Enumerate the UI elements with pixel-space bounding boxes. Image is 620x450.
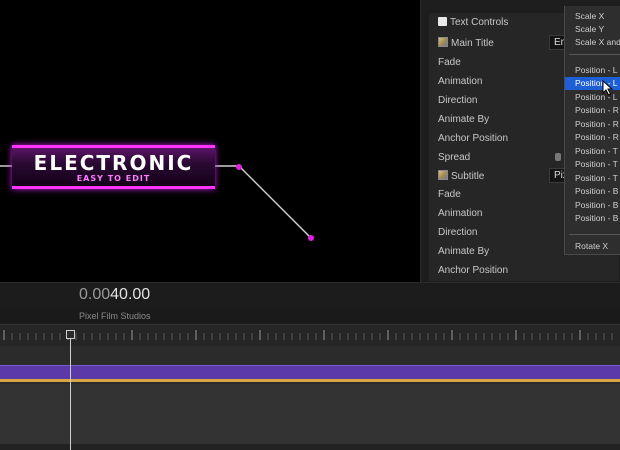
timeline-footer bbox=[0, 444, 620, 450]
clip-title-bar[interactable] bbox=[0, 365, 620, 380]
param-fade[interactable]: Fade bbox=[438, 189, 461, 200]
menu-item-position[interactable]: Position - B bbox=[565, 212, 620, 225]
param-label: Animation bbox=[438, 208, 483, 219]
param-label: Direction bbox=[438, 227, 478, 238]
menu-item-position[interactable]: Position - R bbox=[565, 118, 620, 131]
playhead-handle[interactable] bbox=[66, 330, 75, 339]
menu-item-scale-x[interactable]: Scale X bbox=[565, 10, 620, 23]
param-label: Animation bbox=[438, 76, 483, 87]
menu-separator bbox=[569, 234, 620, 235]
param-label: Spread bbox=[438, 152, 471, 163]
menu-item-rotate-x[interactable]: Rotate X bbox=[565, 240, 620, 253]
param-anchor-position[interactable]: Anchor Position bbox=[438, 133, 508, 144]
param-anchor-position[interactable]: Anchor Position bbox=[438, 265, 508, 276]
param-text-controls[interactable]: Text Controls bbox=[438, 17, 508, 28]
param-label: Fade bbox=[438, 57, 461, 68]
spread-slider-knob[interactable] bbox=[555, 153, 561, 161]
param-label: Subtitle bbox=[451, 171, 485, 182]
ruler-ticks bbox=[3, 330, 613, 340]
param-animation[interactable]: Animation bbox=[438, 208, 482, 219]
mouse-cursor-icon bbox=[602, 80, 614, 96]
param-label: Animate By bbox=[438, 114, 490, 125]
menu-item-position[interactable]: Position - T bbox=[565, 172, 620, 185]
project-name: Pixel Film Studios bbox=[79, 311, 151, 321]
param-label: Anchor Position bbox=[438, 133, 509, 144]
param-label: Fade bbox=[438, 189, 461, 200]
animation-dropdown-menu[interactable]: Scale X Scale Y Scale X and Position - L… bbox=[564, 6, 620, 255]
menu-item-position[interactable]: Position - B bbox=[565, 185, 620, 198]
clip-edge-line bbox=[0, 379, 620, 382]
menu-separator bbox=[569, 54, 620, 55]
param-animation[interactable]: Animation bbox=[438, 76, 482, 87]
menu-item-position[interactable]: Position - B bbox=[565, 199, 620, 212]
track-lower bbox=[0, 384, 620, 450]
menu-item-position[interactable]: Position - R bbox=[565, 104, 620, 117]
title-card[interactable]: ELECTRONIC EASY TO EDIT bbox=[12, 145, 215, 189]
param-fade[interactable]: Fade bbox=[438, 57, 461, 68]
keyframe-point[interactable] bbox=[308, 235, 314, 241]
motion-path bbox=[0, 164, 314, 241]
menu-item-position[interactable]: Position - R bbox=[565, 131, 620, 144]
param-label: Main Title bbox=[451, 38, 494, 49]
param-animate-by[interactable]: Animate By bbox=[438, 246, 489, 257]
menu-item-position[interactable]: Position - T bbox=[565, 145, 620, 158]
title-main-text: ELECTRONIC bbox=[33, 151, 194, 175]
menu-item-position[interactable]: Position - L bbox=[565, 64, 620, 77]
param-label: Text Controls bbox=[450, 17, 509, 28]
menu-item-position[interactable]: Position - T bbox=[565, 158, 620, 171]
motion-path-line-diagonal bbox=[238, 165, 312, 239]
param-main-title[interactable]: Main Title bbox=[438, 37, 494, 49]
text-layer-icon bbox=[438, 170, 448, 180]
timecode-strong: 40.00 bbox=[110, 286, 151, 303]
param-spread[interactable]: Spread bbox=[438, 152, 470, 163]
param-label: Anchor Position bbox=[438, 265, 509, 276]
timecode-display[interactable]: 0.0040.00 bbox=[79, 286, 150, 304]
title-sub-text: EASY TO EDIT bbox=[76, 174, 151, 183]
param-label: Direction bbox=[438, 95, 478, 106]
menu-item-scale-xy[interactable]: Scale X and bbox=[565, 36, 620, 49]
menu-item-scale-y[interactable]: Scale Y bbox=[565, 23, 620, 36]
text-layer-icon bbox=[438, 37, 448, 47]
param-direction[interactable]: Direction bbox=[438, 227, 477, 238]
timecode-dim: 0.00 bbox=[79, 286, 111, 303]
checkbox-icon[interactable] bbox=[438, 17, 447, 26]
canvas-viewer[interactable]: ELECTRONIC EASY TO EDIT bbox=[0, 0, 420, 282]
playhead-line[interactable] bbox=[70, 332, 71, 450]
param-animate-by[interactable]: Animate By bbox=[438, 114, 489, 125]
param-subtitle[interactable]: Subtitle bbox=[438, 170, 484, 182]
param-label: Animate By bbox=[438, 246, 490, 257]
keyframe-point[interactable] bbox=[236, 164, 242, 170]
param-direction[interactable]: Direction bbox=[438, 95, 477, 106]
